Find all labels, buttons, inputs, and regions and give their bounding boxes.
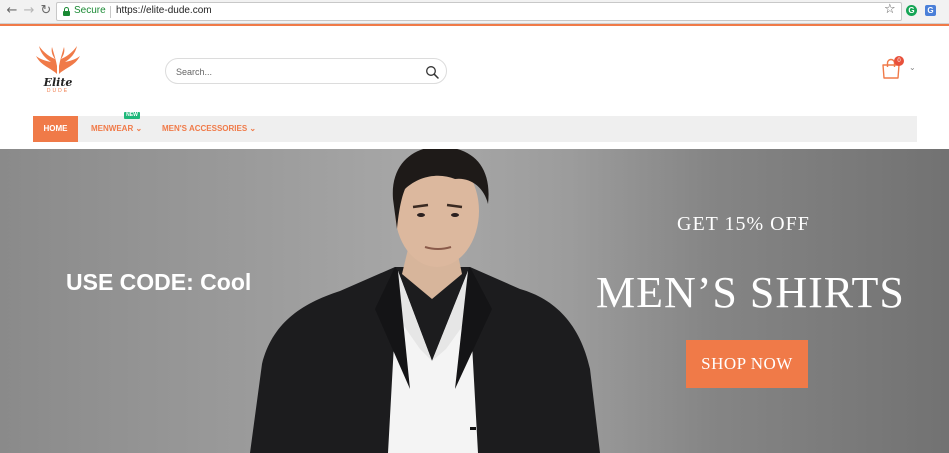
search-input[interactable] — [176, 65, 416, 79]
reload-icon[interactable]: ↻ — [38, 3, 54, 19]
logo-subtext: DUDE — [46, 88, 70, 94]
address-bar[interactable]: Secure https://elite-dude.com — [56, 2, 902, 21]
chevron-down-icon[interactable]: ⌄ — [909, 63, 916, 72]
nav-item-home[interactable]: HOME — [33, 116, 78, 142]
url-text[interactable]: https://elite-dude.com — [116, 5, 212, 16]
accent-divider — [0, 24, 949, 26]
omnibox-divider — [110, 6, 111, 18]
hero-banner[interactable]: USE CODE: Cool GET 15% OFF MEN’S SHIRTS … — [0, 149, 949, 453]
translate-extension-icon[interactable]: G — [925, 5, 936, 16]
lock-icon — [63, 7, 70, 16]
nav-item-mens-accessories[interactable]: MEN'S ACCESSORIES ⌄ — [162, 116, 256, 142]
search-bar — [165, 58, 447, 84]
nav-item-menwear[interactable]: MENWEAR ⌄ — [91, 116, 142, 142]
new-badge: NEW — [124, 112, 140, 119]
search-icon[interactable] — [425, 65, 439, 79]
site-logo[interactable]: Elite DUDE — [33, 44, 83, 96]
wings-logo-icon — [36, 46, 80, 74]
secure-label: Secure — [74, 5, 106, 16]
offer-text: GET 15% OFF — [677, 213, 810, 235]
grammarly-extension-icon[interactable]: G — [906, 5, 917, 16]
bookmark-star-icon[interactable]: ☆ — [884, 2, 896, 17]
shop-now-button[interactable]: SHOP NOW — [686, 340, 808, 388]
promo-code-text: USE CODE: Cool — [66, 269, 252, 295]
cart-count-badge: 0 — [894, 56, 904, 66]
hero-title: MEN’S SHIRTS — [596, 268, 905, 317]
forward-icon[interactable]: → — [21, 3, 37, 19]
back-icon[interactable]: ← — [4, 3, 20, 19]
browser-toolbar: ← → ↻ Secure https://elite-dude.com ☆ G … — [0, 0, 949, 24]
